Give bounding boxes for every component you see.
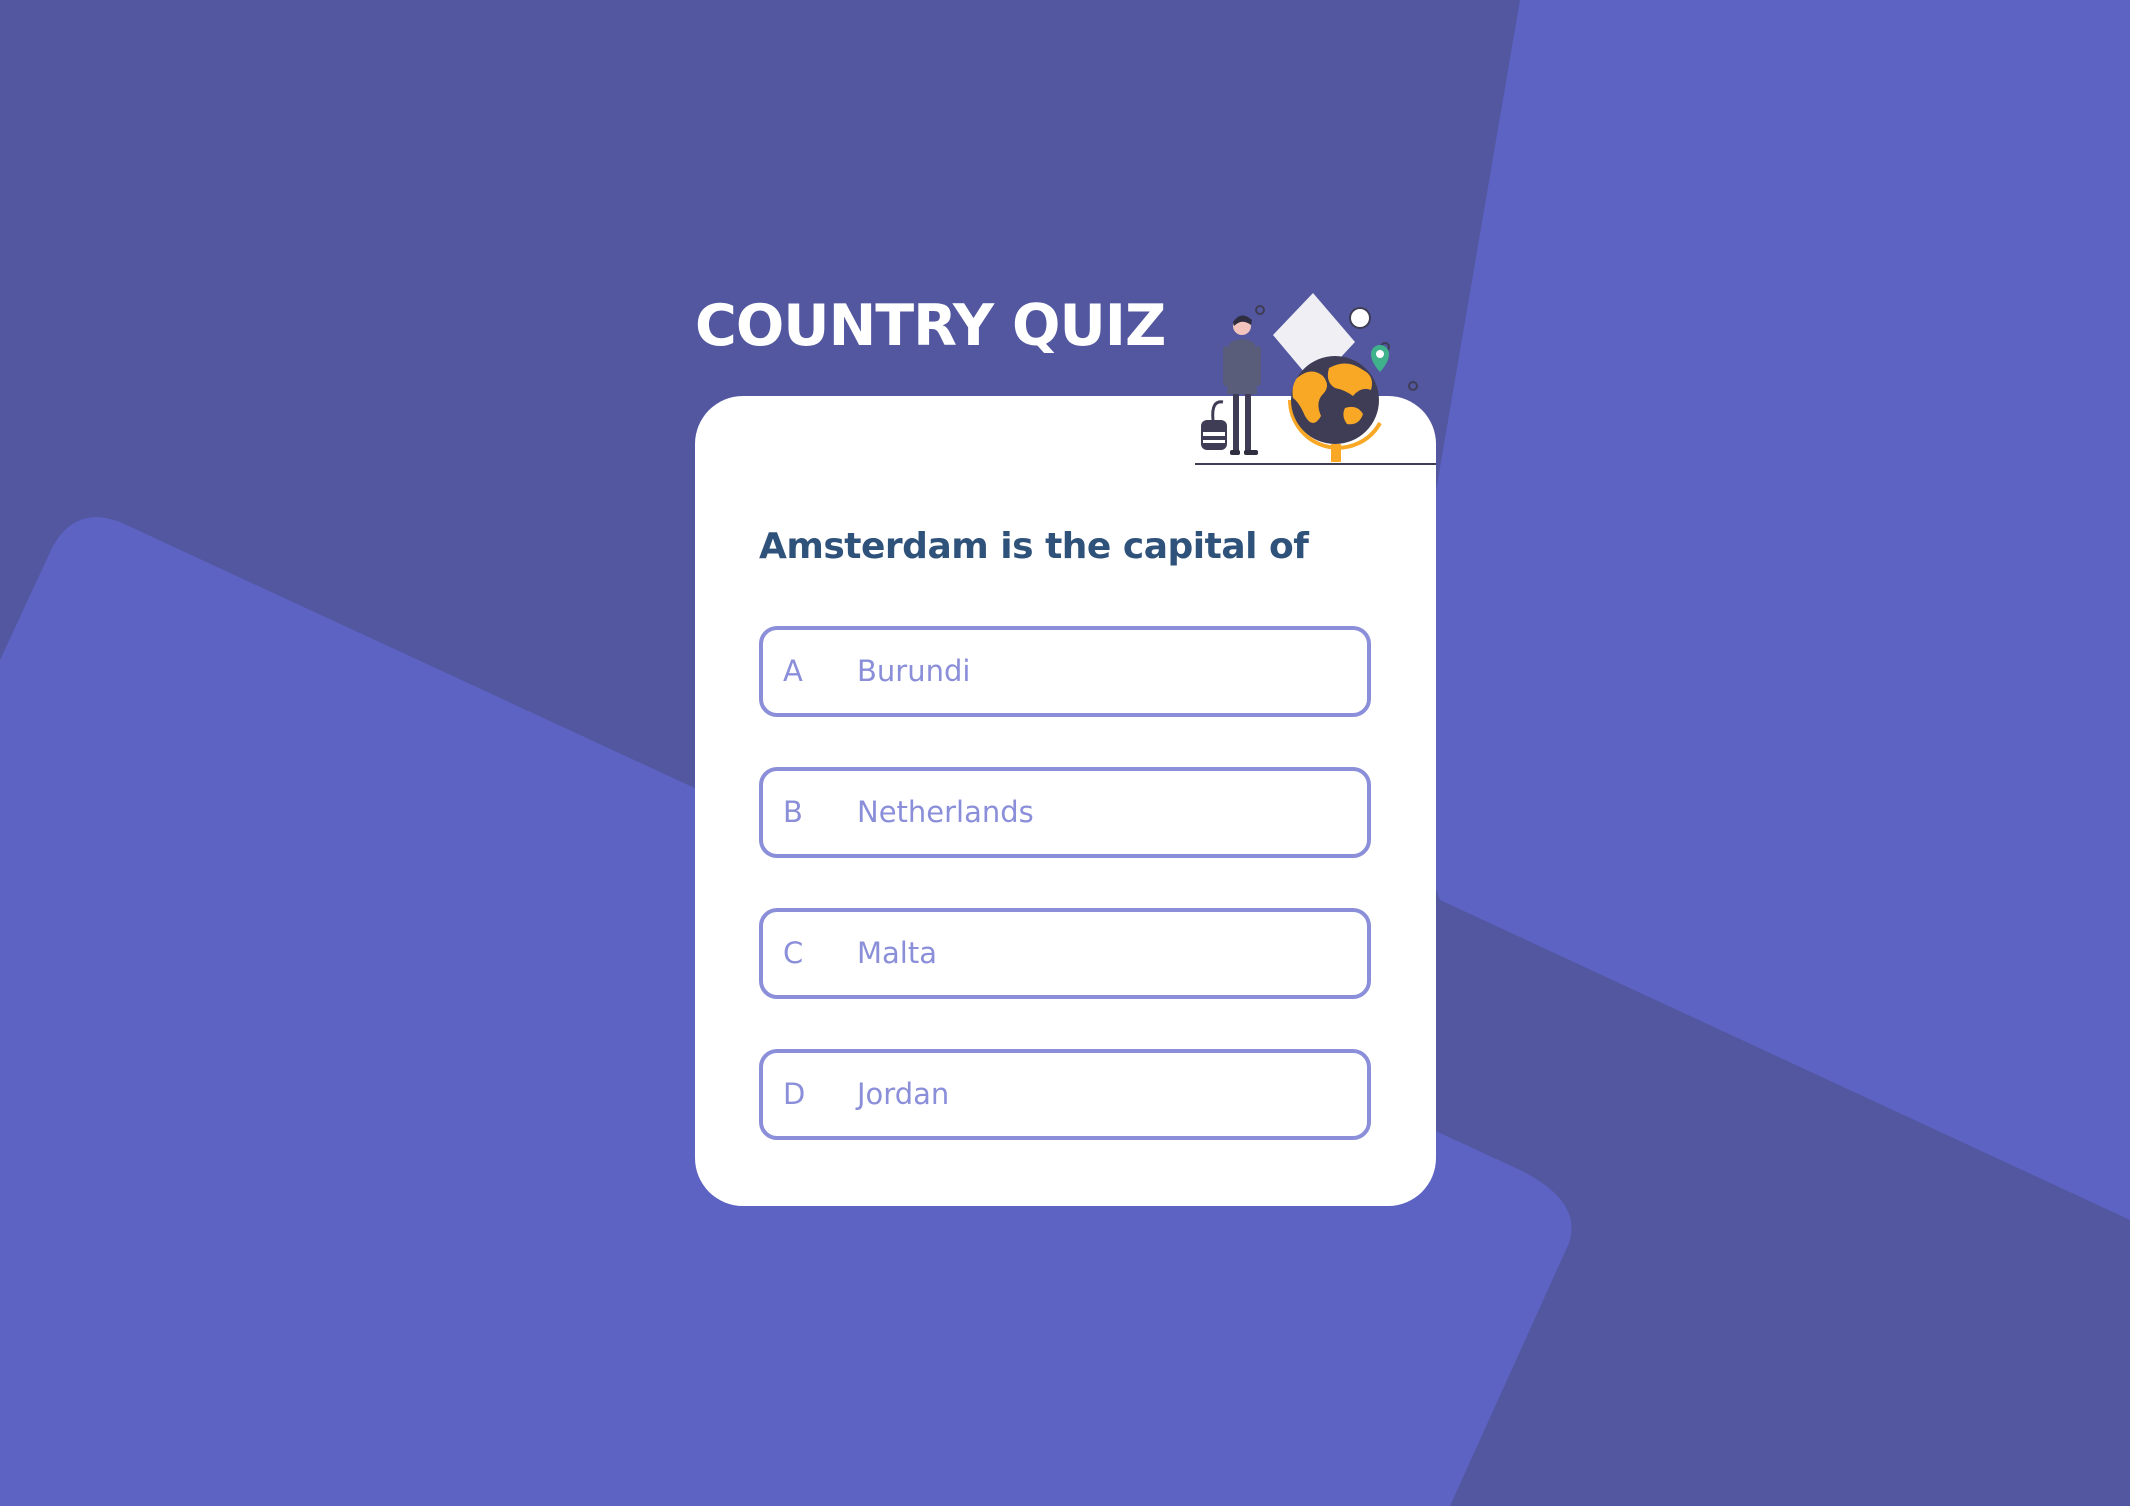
travel-bag-icon (1201, 400, 1227, 450)
option-letter: C (783, 936, 804, 970)
option-letter: A (783, 654, 803, 688)
option-letter: B (783, 795, 803, 829)
page-title: COUNTRY QUIZ (695, 293, 1166, 359)
traveler-with-globe-illustration (1195, 293, 1436, 465)
answer-option-c[interactable]: C Malta (759, 908, 1371, 999)
option-label: Jordan (857, 1077, 950, 1111)
option-label: Burundi (857, 654, 971, 688)
location-pin-icon (1371, 345, 1389, 372)
globe-icon (1288, 356, 1382, 462)
option-label: Netherlands (857, 795, 1034, 829)
question-text: Amsterdam is the capital of (759, 526, 1309, 567)
answer-options: A Burundi B Netherlands C Malta D Jordan (759, 626, 1371, 1190)
background-shape-right (1390, 0, 2130, 1220)
answer-option-a[interactable]: A Burundi (759, 626, 1371, 717)
quiz-card: Amsterdam is the capital of A Burundi B … (695, 396, 1436, 1206)
answer-option-d[interactable]: D Jordan (759, 1049, 1371, 1140)
option-letter: D (783, 1077, 806, 1111)
option-label: Malta (857, 936, 937, 970)
traveler-icon (1223, 315, 1261, 455)
answer-option-b[interactable]: B Netherlands (759, 767, 1371, 858)
